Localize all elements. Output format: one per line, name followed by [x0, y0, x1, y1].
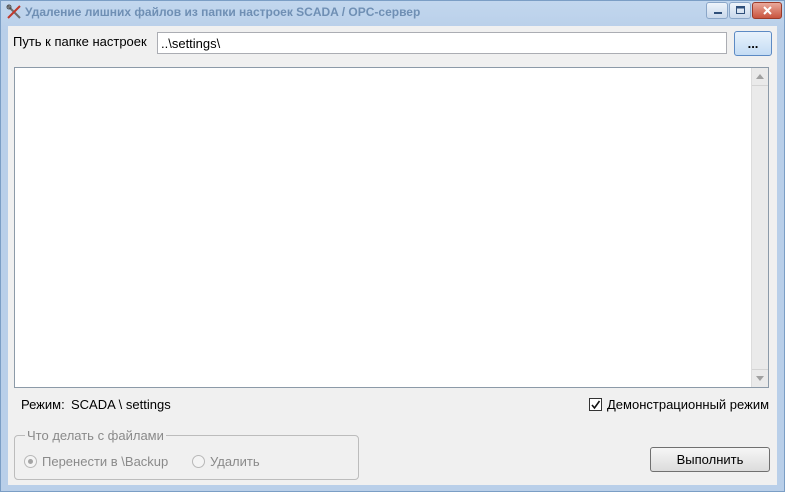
window-title: Удаление лишних файлов из папки настроек…: [25, 5, 421, 19]
minimize-icon: [714, 12, 722, 14]
tools-icon: [6, 4, 22, 20]
maximize-icon: [736, 6, 745, 14]
demo-mode-label[interactable]: Демонстрационный режим: [607, 397, 769, 412]
log-area[interactable]: [14, 67, 769, 388]
path-label: Путь к папке настроек: [13, 34, 147, 49]
files-action-group: Что делать с файлами Перенести в \Backup…: [14, 428, 359, 480]
browse-button[interactable]: ...: [734, 31, 772, 56]
radio-move-backup-label[interactable]: Перенести в \Backup: [42, 454, 168, 469]
arrow-down-icon: [756, 376, 764, 381]
maximize-button[interactable]: [729, 2, 751, 19]
client-area: Путь к папке настроек ... Режим: SCADA \…: [8, 26, 777, 485]
close-button[interactable]: [752, 2, 782, 19]
mode-value: SCADA \ settings: [71, 397, 171, 412]
group-title: Что делать с файлами: [25, 428, 166, 443]
scroll-up-button[interactable]: [752, 68, 768, 86]
arrow-up-icon: [756, 74, 764, 79]
scroll-track[interactable]: [752, 86, 768, 369]
scroll-down-button[interactable]: [752, 369, 768, 387]
app-window: Удаление лишних файлов из папки настроек…: [0, 0, 785, 492]
checkbox-checked-icon[interactable]: [589, 398, 602, 411]
title-bar[interactable]: Удаление лишних файлов из папки настроек…: [1, 1, 784, 23]
radio-delete-label[interactable]: Удалить: [210, 454, 260, 469]
mode-label: Режим:: [21, 397, 65, 412]
close-icon: [763, 6, 772, 15]
vertical-scrollbar[interactable]: [751, 68, 768, 387]
minimize-button[interactable]: [706, 2, 728, 19]
run-button[interactable]: Выполнить: [650, 447, 770, 472]
path-input[interactable]: [157, 32, 727, 54]
radio-unselected-icon[interactable]: [192, 455, 205, 468]
radio-selected-icon[interactable]: [24, 455, 37, 468]
